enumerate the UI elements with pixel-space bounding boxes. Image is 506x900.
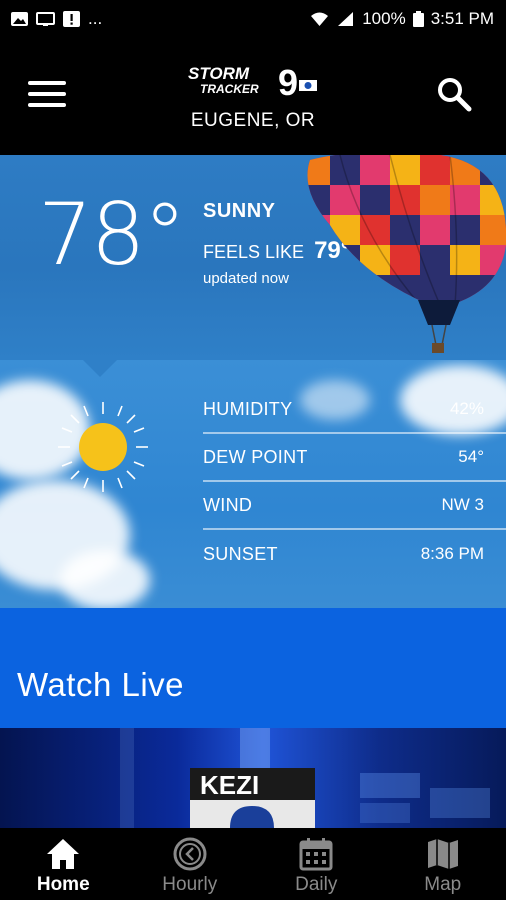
cloud-decoration <box>60 550 150 608</box>
live-video-thumbnail[interactable]: KEZI <box>0 728 506 828</box>
detail-label: WIND <box>203 494 253 515</box>
status-left: ... <box>10 9 102 29</box>
detail-row-humidity: HUMIDITY 42% <box>203 386 506 434</box>
weather-details: HUMIDITY 42% DEW POINT 54° WIND NW 3 SUN… <box>0 360 506 608</box>
updated-text: updated now <box>203 270 289 287</box>
detail-row-dew-point: DEW POINT 54° <box>203 434 506 482</box>
alert-notification-icon <box>63 11 80 27</box>
nav-home-label: Home <box>36 874 90 895</box>
menu-icon-bar <box>28 103 66 107</box>
feels-like-label: FEELS LIKE <box>203 242 305 262</box>
sunny-icon <box>58 402 148 492</box>
detail-label: HUMIDITY <box>203 398 293 419</box>
clock-icon <box>173 837 207 871</box>
app-header: STORM TRACKER 9 EUGENE, OR <box>0 38 506 155</box>
nav-hourly-label: Hourly <box>162 874 218 895</box>
detail-value: 42% <box>449 399 484 418</box>
current-conditions: 78° SUNNY FEELS LIKE 79° updated now <box>0 155 506 360</box>
home-icon <box>47 839 80 869</box>
wifi-icon <box>311 12 329 26</box>
signal-icon <box>338 12 354 26</box>
menu-icon-bar <box>28 92 66 96</box>
detail-value: 54° <box>458 447 484 466</box>
cast-notification-icon <box>36 12 55 26</box>
nav-home[interactable]: Home <box>0 828 127 900</box>
nav-map-label: Map <box>424 874 462 895</box>
battery-icon <box>412 11 424 27</box>
svg-text:STORM: STORM <box>188 64 250 83</box>
more-notifications-text: ... <box>88 9 103 28</box>
detail-value: NW 3 <box>441 495 485 514</box>
nav-daily-label: Daily <box>295 874 338 895</box>
watch-live-label: Watch Live <box>17 666 185 703</box>
nav-hourly[interactable]: Hourly <box>127 828 254 900</box>
svg-text:KEZI: KEZI <box>200 770 259 800</box>
callout-pointer <box>82 360 118 377</box>
svg-text:9: 9 <box>278 64 298 100</box>
kezi-logo: KEZI <box>190 768 315 828</box>
image-notification-icon <box>11 12 28 26</box>
condition-text: SUNNY <box>203 200 276 222</box>
detail-row-wind: WIND NW 3 <box>203 482 506 530</box>
menu-button[interactable] <box>28 79 68 109</box>
current-temperature: 78° <box>38 185 186 285</box>
detail-row-sunset: SUNSET 8:36 PM <box>203 530 506 578</box>
hot-air-balloon-image <box>307 155 506 353</box>
search-icon[interactable] <box>436 76 472 112</box>
location-label: EUGENE, OR <box>190 110 316 131</box>
svg-text:TRACKER: TRACKER <box>200 82 259 96</box>
details-list: HUMIDITY 42% DEW POINT 54° WIND NW 3 SUN… <box>203 386 506 578</box>
stormtracker-logo: STORM TRACKER 9 <box>188 64 317 100</box>
battery-percent: 100% <box>362 9 406 28</box>
detail-value: 8:36 PM <box>420 544 484 563</box>
clock-time: 3:51 PM <box>430 9 494 28</box>
calendar-icon <box>299 838 333 871</box>
detail-label: DEW POINT <box>203 446 308 467</box>
detail-label: SUNSET <box>203 543 278 564</box>
status-bar: ... 100% 3:51 PM <box>0 0 506 38</box>
status-right: 100% 3:51 PM <box>310 9 494 29</box>
bottom-nav: Home Hourly Daily Map <box>0 828 506 900</box>
map-icon <box>427 839 458 869</box>
nav-map[interactable]: Map <box>380 828 506 900</box>
menu-icon-bar <box>28 81 66 85</box>
watch-live-banner[interactable]: Watch Live <box>0 608 506 728</box>
nav-daily[interactable]: Daily <box>253 828 380 900</box>
